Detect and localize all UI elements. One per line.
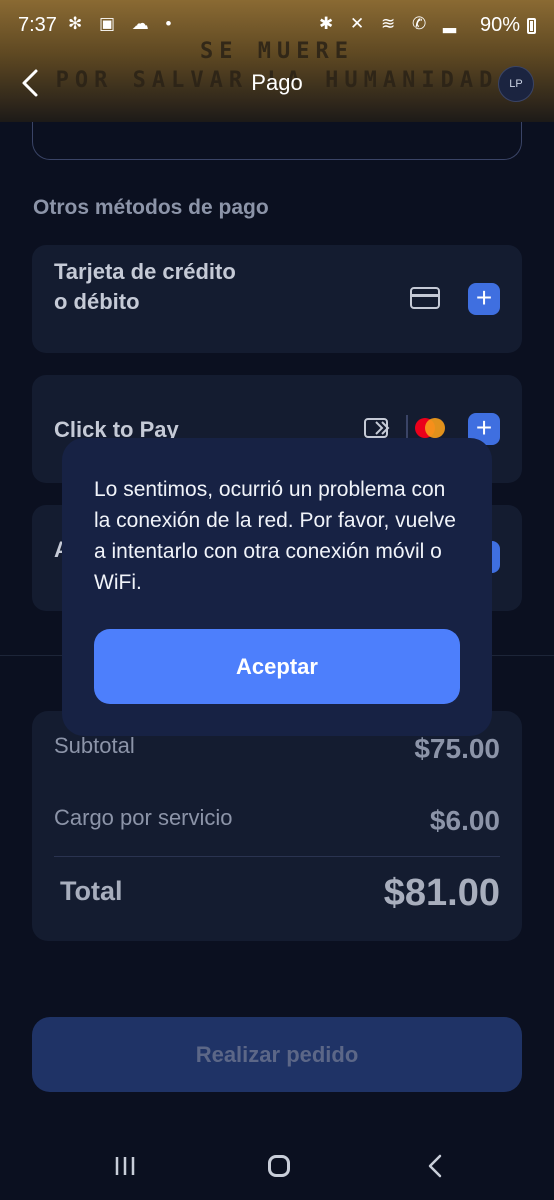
back-nav-icon[interactable] <box>424 1154 446 1178</box>
total-value: $81.00 <box>383 872 500 914</box>
accept-button[interactable]: Aceptar <box>94 629 460 704</box>
total-label: Total <box>60 876 123 906</box>
error-dialog: Lo sentimos, ocurrió un problema con la … <box>62 438 492 736</box>
system-nav-bar <box>0 1130 554 1200</box>
system-icons: ✱ ✕ ≋ ✆ ▂ <box>319 14 462 33</box>
home-icon[interactable] <box>268 1155 290 1177</box>
avatar[interactable]: LP <box>498 66 534 102</box>
section-title: Otros métodos de pago <box>33 196 269 219</box>
summary-divider <box>54 856 500 857</box>
credit-card-icon <box>410 287 440 309</box>
payment-method-label: Tarjeta de crédito o débito <box>54 259 236 314</box>
click-to-pay-icon <box>364 418 390 438</box>
notification-icons: ✻ ▣ ☁ • <box>68 14 178 33</box>
place-order-button[interactable]: Realizar pedido <box>32 1017 522 1092</box>
add-card-button[interactable]: + <box>468 283 500 315</box>
order-summary: Subtotal $75.00 Cargo por servicio $6.00… <box>32 711 522 941</box>
status-bar: 7:37 ✻ ▣ ☁ • ✱ ✕ ≋ ✆ ▂ 90% <box>0 0 554 52</box>
status-time: 7:37 <box>18 14 57 36</box>
battery-icon <box>527 18 536 34</box>
subtotal-label: Subtotal <box>54 733 135 758</box>
subtotal-value: $75.00 <box>414 733 500 764</box>
mastercard-icon <box>415 418 445 438</box>
icon-divider <box>406 415 408 439</box>
fee-value: $6.00 <box>429 805 500 836</box>
fee-label: Cargo por servicio <box>54 805 233 830</box>
recent-apps-icon[interactable] <box>114 1156 136 1176</box>
error-message: Lo sentimos, ocurrió un problema con la … <box>94 478 456 594</box>
payment-method-card[interactable]: Tarjeta de crédito o débito + <box>32 245 522 353</box>
page-title: Pago <box>251 70 303 95</box>
battery-level: 90% <box>479 14 520 36</box>
